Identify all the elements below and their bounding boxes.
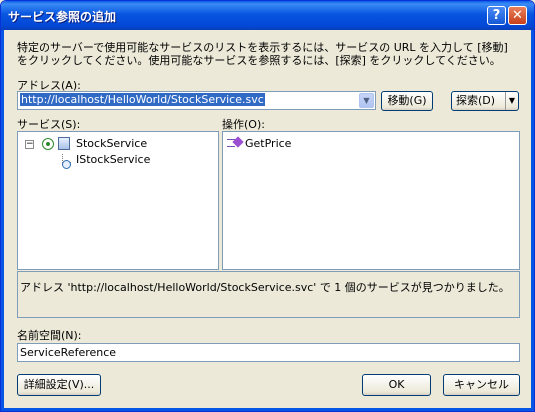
address-input[interactable]: http://localhost/HelloWorld/StockService… xyxy=(20,93,265,106)
services-tree[interactable]: − StockService IStockService xyxy=(17,131,219,270)
cancel-button[interactable]: キャンセル xyxy=(443,374,520,396)
tree-item-stockservice[interactable]: StockService xyxy=(76,137,147,150)
service-radio-icon xyxy=(42,138,54,150)
status-text: アドレス 'http://localhost/HelloWorld/StockS… xyxy=(20,281,510,294)
title-bar[interactable]: サービス参照の追加 ? ✕ xyxy=(1,1,534,30)
interface-icon xyxy=(62,160,71,169)
status-box: アドレス 'http://localhost/HelloWorld/StockS… xyxy=(17,271,520,318)
advanced-button[interactable]: 詳細設定(V)... xyxy=(17,374,101,396)
tree-item-istockservice[interactable]: IStockService xyxy=(76,153,150,166)
namespace-input[interactable]: ServiceReference xyxy=(20,346,116,359)
operations-list[interactable]: GetPrice xyxy=(222,131,520,270)
namespace-field[interactable]: ServiceReference xyxy=(17,343,520,362)
chevron-down-icon[interactable]: ▼ xyxy=(359,93,374,108)
help-button[interactable]: ? xyxy=(487,6,506,25)
service-icon xyxy=(58,137,70,150)
window-title: サービス参照の追加 xyxy=(8,10,117,24)
address-combobox[interactable]: http://localhost/HelloWorld/StockService… xyxy=(17,91,376,110)
instructions-text: 特定のサーバーで使用可能なサービスのリストを表示するには、サービスの URL を… xyxy=(17,41,508,67)
window-frame-left xyxy=(1,30,4,411)
go-button[interactable]: 移動(G) xyxy=(381,91,433,111)
dropdown-arrow-icon[interactable]: ▼ xyxy=(505,92,518,110)
window-frame-bottom xyxy=(1,408,534,411)
operations-label: 操作(O): xyxy=(222,118,265,131)
window-frame-right xyxy=(531,30,534,411)
services-label: サービス(S): xyxy=(17,118,81,131)
ok-button[interactable]: OK xyxy=(362,374,431,396)
collapse-icon[interactable]: − xyxy=(25,140,34,149)
discover-button[interactable]: 探索(D) ▼ xyxy=(451,91,519,111)
namespace-label: 名前空間(N): xyxy=(17,329,82,342)
discover-button-label: 探索(D) xyxy=(456,94,496,107)
dialog-window: サービス参照の追加 ? ✕ 特定のサーバーで使用可能なサービスのリストを表示する… xyxy=(0,0,535,412)
operation-item-getprice[interactable]: GetPrice xyxy=(245,137,291,150)
close-button[interactable]: ✕ xyxy=(508,6,527,25)
